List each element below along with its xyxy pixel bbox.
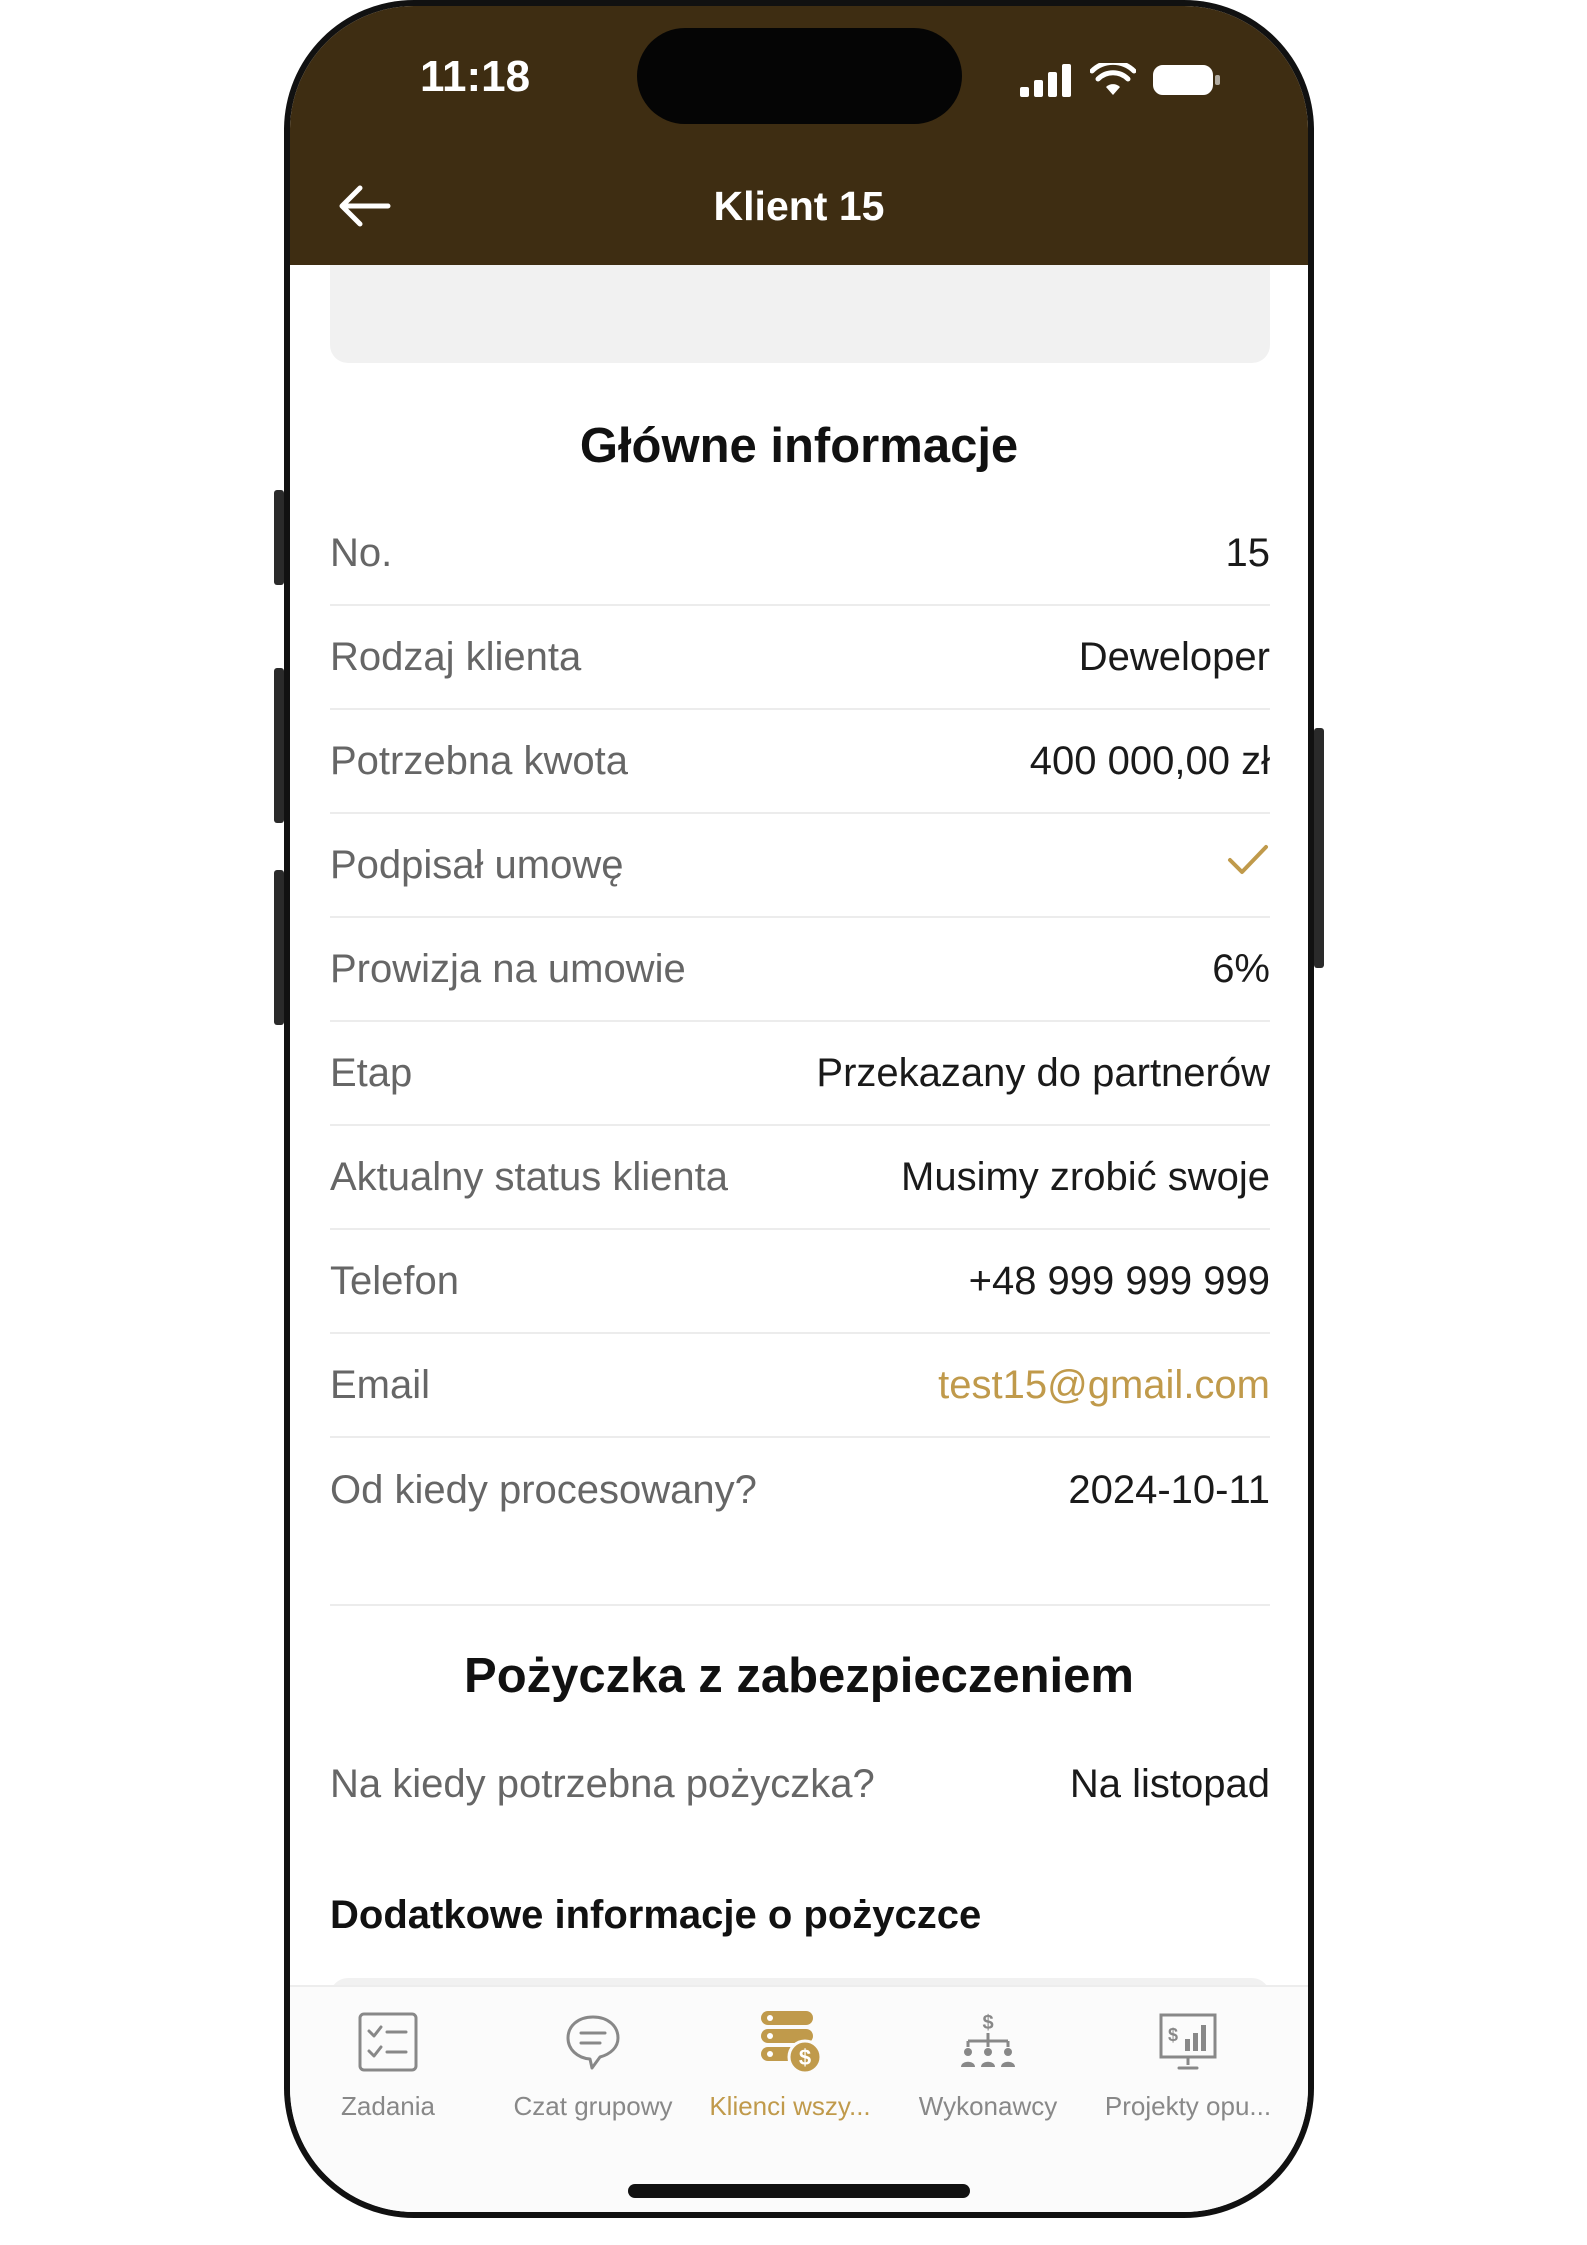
info-value: 400 000,00 zł [1029,738,1270,783]
info-row: No. 15 [330,502,1270,606]
signal-icon [1020,63,1074,102]
info-value: 15 [1225,530,1271,575]
device-mockup: 11:18 Klient 15 Główne informacje No. 15… [0,0,1587,2245]
tab-czat-grupowy[interactable]: Czat grupowy [495,2007,691,2122]
info-value: Przekazany do partnerów [816,1050,1270,1095]
info-value: Deweloper [1078,634,1270,679]
tab-klienci[interactable]: $ Klienci wszy... [692,2007,888,2122]
section-heading-loan: Pożyczka z zabezpieczeniem [464,1649,1134,1703]
tab-projekty[interactable]: $ Projekty opu... [1090,2007,1286,2122]
info-row: Etap Przekazany do partnerów [330,1022,1270,1126]
page-title: Klient 15 [713,183,885,229]
check-icon [1226,842,1270,888]
section-heading-main: Główne informacje [579,419,1019,473]
tab-wykonawcy[interactable]: $ Wykonawcy [890,2007,1086,2122]
info-value: 2024-10-11 [1068,1467,1270,1512]
info-row: Prowizja na umowie 6% [330,918,1270,1022]
phone-value[interactable]: +48 999 999 999 [969,1259,1270,1304]
info-row: Rodzaj klienta Deweloper [330,606,1270,710]
info-label: Rodzaj klienta [330,634,582,679]
chart-board-icon: $ [1153,2007,1223,2077]
info-label: Etap [330,1050,413,1095]
clients-money-icon: $ [755,2007,825,2077]
svg-text:$: $ [799,2045,811,2070]
info-label: Telefon [330,1258,459,1303]
info-value: Musimy zrobić swoje [901,1154,1270,1199]
tab-label: Klienci wszy... [709,2091,871,2121]
loan-when-row: Na kiedy potrzebna pożyczka? Na listopad [330,1732,1270,1836]
status-time: 11:18 [420,52,531,101]
tab-zadania[interactable]: Zadania [290,2007,486,2122]
content-scroll[interactable]: Główne informacje No. 15 Rodzaj klienta … [290,265,1308,1985]
info-label: Potrzebna kwota [330,738,628,783]
info-label: Aktualny status klienta [330,1154,728,1199]
info-value: 6% [1212,946,1270,991]
info-label: Na kiedy potrzebna pożyczka? [330,1761,875,1806]
top-bar: 11:18 Klient 15 [290,6,1308,265]
tab-label: Projekty opu... [1104,2091,1272,2121]
info-label: Prowizja na umowie [330,946,686,991]
svg-text:$: $ [982,2012,993,2034]
info-label: Podpisał umowę [330,842,624,887]
info-label: No. [330,530,393,575]
org-dollar-icon: $ [953,2007,1023,2077]
action-button [274,490,284,585]
info-row: Aktualny status klienta Musimy zrobić sw… [330,1126,1270,1230]
volume-down-button [274,870,284,1025]
info-label: Od kiedy procesowany? [330,1467,757,1512]
tab-bar: Zadania Czat grupowy $ Klienci wszy... $… [290,1985,1308,2212]
tab-label: Wykonawcy [918,2091,1058,2121]
svg-text:$: $ [1168,2025,1178,2045]
tab-label: Czat grupowy [513,2091,673,2121]
info-row: Podpisał umowę [330,814,1270,918]
dynamic-island [637,28,962,124]
home-indicator[interactable] [628,2184,970,2198]
info-row[interactable]: Telefon +48 999 999 999 [330,1230,1270,1334]
info-row[interactable]: Email test15@gmail.com [330,1334,1270,1438]
chat-icon [558,2007,628,2077]
info-label: Email [330,1362,431,1407]
info-row: Potrzebna kwota 400 000,00 zł [330,710,1270,814]
top-card [330,265,1270,363]
wifi-icon [1089,59,1137,102]
screen: 11:18 Klient 15 Główne informacje No. 15… [290,6,1308,2212]
power-button [1314,728,1324,968]
loan-extra-heading: Dodatkowe informacje o pożyczce [330,1893,982,1937]
email-link[interactable]: test15@gmail.com [938,1363,1270,1408]
loan-extra-card [330,1978,1270,1985]
volume-up-button [274,668,284,823]
battery-icon [1152,63,1222,102]
section-divider [330,1604,1270,1606]
info-value: Na listopad [1069,1761,1270,1806]
status-icons [1020,59,1222,102]
main-info-list: No. 15 Rodzaj klienta Deweloper Potrzebn… [330,502,1270,1542]
info-row: Od kiedy procesowany? 2024-10-11 [330,1438,1270,1542]
tab-label: Zadania [341,2091,435,2121]
checklist-icon [353,2007,423,2077]
